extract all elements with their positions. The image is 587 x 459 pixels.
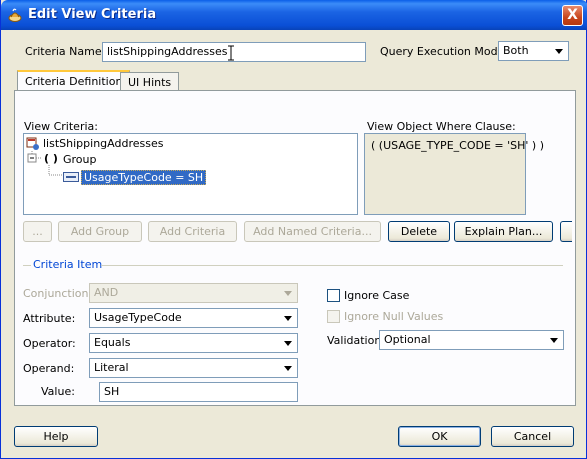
query-mode-value: Both <box>503 44 529 57</box>
operator-value: Equals <box>94 336 131 349</box>
operator-select[interactable]: Equals <box>89 333 298 353</box>
conjunction-select[interactable]: AND <box>89 283 298 303</box>
where-clause-label: View Object Where Clause: <box>367 120 516 133</box>
dialog-title: Edit View Criteria <box>28 7 157 22</box>
add-group-button[interactable]: Add Group <box>58 221 142 242</box>
add-criteria-button[interactable]: Add Criteria <box>148 221 237 242</box>
view-criteria-label: View Criteria: <box>24 120 98 133</box>
operator-label: Operator: <box>23 337 76 350</box>
add-named-criteria-button[interactable]: Add Named Criteria... <box>244 221 381 242</box>
app-icon <box>8 8 22 22</box>
delete-button[interactable]: Delete <box>388 221 450 242</box>
title-bar: Edit View Criteria X <box>1 0 587 30</box>
where-clause-box: ( (USAGE_TYPE_CODE = 'SH' ) ) <box>364 133 544 215</box>
validation-value: Optional <box>384 333 431 346</box>
criteria-item-section-title: Criteria Item <box>33 258 103 271</box>
attribute-value: UsageTypeCode <box>94 311 182 324</box>
ok-button[interactable]: OK <box>398 426 481 447</box>
operand-select[interactable]: Literal <box>89 358 298 378</box>
attribute-label: Attribute: <box>23 312 76 325</box>
validation-select[interactable]: Optional <box>379 330 564 350</box>
chevron-down-icon[interactable] <box>280 335 296 351</box>
tree-condition-label[interactable]: UsageTypeCode = SH <box>81 170 207 185</box>
ignore-null-checkbox[interactable] <box>327 310 340 323</box>
tab-label: Criteria Definition <box>25 75 123 88</box>
ignore-null-label: Ignore Null Values <box>344 310 444 323</box>
tab-criteria-definition[interactable]: Criteria Definition <box>17 70 131 92</box>
chevron-down-icon[interactable] <box>551 43 567 59</box>
overflow-button-edge[interactable] <box>560 221 572 242</box>
text-cursor-icon <box>228 45 234 61</box>
query-mode-select[interactable]: Both <box>498 41 569 61</box>
criteria-item-icon <box>63 172 79 182</box>
tab-ui-hints[interactable]: UI Hints <box>120 72 180 92</box>
criteria-name-label: Criteria Name: <box>25 45 106 58</box>
operand-value: Literal <box>94 361 129 374</box>
criteria-name-value: listShippingAddresses <box>107 45 228 58</box>
dialog-window: Edit View Criteria X Criteria Name: list… <box>0 0 587 459</box>
tree-group-label[interactable]: Group <box>63 153 97 166</box>
tab-label: UI Hints <box>128 76 172 89</box>
value-label: Value: <box>41 385 75 398</box>
value-field-text: SH <box>104 385 120 398</box>
close-button[interactable]: X <box>562 5 583 26</box>
ignore-case-checkbox[interactable] <box>327 289 340 302</box>
attribute-select[interactable]: UsageTypeCode <box>89 308 298 328</box>
help-button[interactable]: Help <box>14 426 98 447</box>
operand-label: Operand: <box>23 362 75 375</box>
ignore-case-label: Ignore Case <box>344 289 410 302</box>
view-criteria-tree[interactable]: listShippingAddresses ( ) Group UsageTyp… <box>23 133 358 215</box>
conjunction-value: AND <box>94 286 119 299</box>
chevron-down-icon[interactable] <box>280 310 296 326</box>
criteria-definition-panel: View Criteria: listShippingAddresses ( )… <box>14 90 576 406</box>
ellipsis-button[interactable]: ... <box>23 221 52 242</box>
conjunction-label: Conjunction: <box>23 287 93 300</box>
view-criteria-icon <box>26 137 39 150</box>
validation-label: Validation: <box>327 334 386 347</box>
chevron-down-icon[interactable] <box>546 332 562 348</box>
chevron-down-icon[interactable] <box>280 360 296 376</box>
value-input[interactable]: SH <box>99 382 298 402</box>
chevron-down-icon[interactable] <box>280 285 296 301</box>
tree-root-label[interactable]: listShippingAddresses <box>43 137 163 150</box>
cancel-button[interactable]: Cancel <box>491 426 574 447</box>
explain-plan-button[interactable]: Explain Plan... <box>454 221 553 242</box>
query-mode-label: Query Execution Mode: <box>380 45 509 58</box>
where-clause-text: ( (USAGE_TYPE_CODE = 'SH' ) ) <box>371 139 544 152</box>
section-divider-left <box>23 265 31 266</box>
section-divider-right <box>101 265 563 266</box>
group-paren-icon: ( ) <box>44 152 58 165</box>
